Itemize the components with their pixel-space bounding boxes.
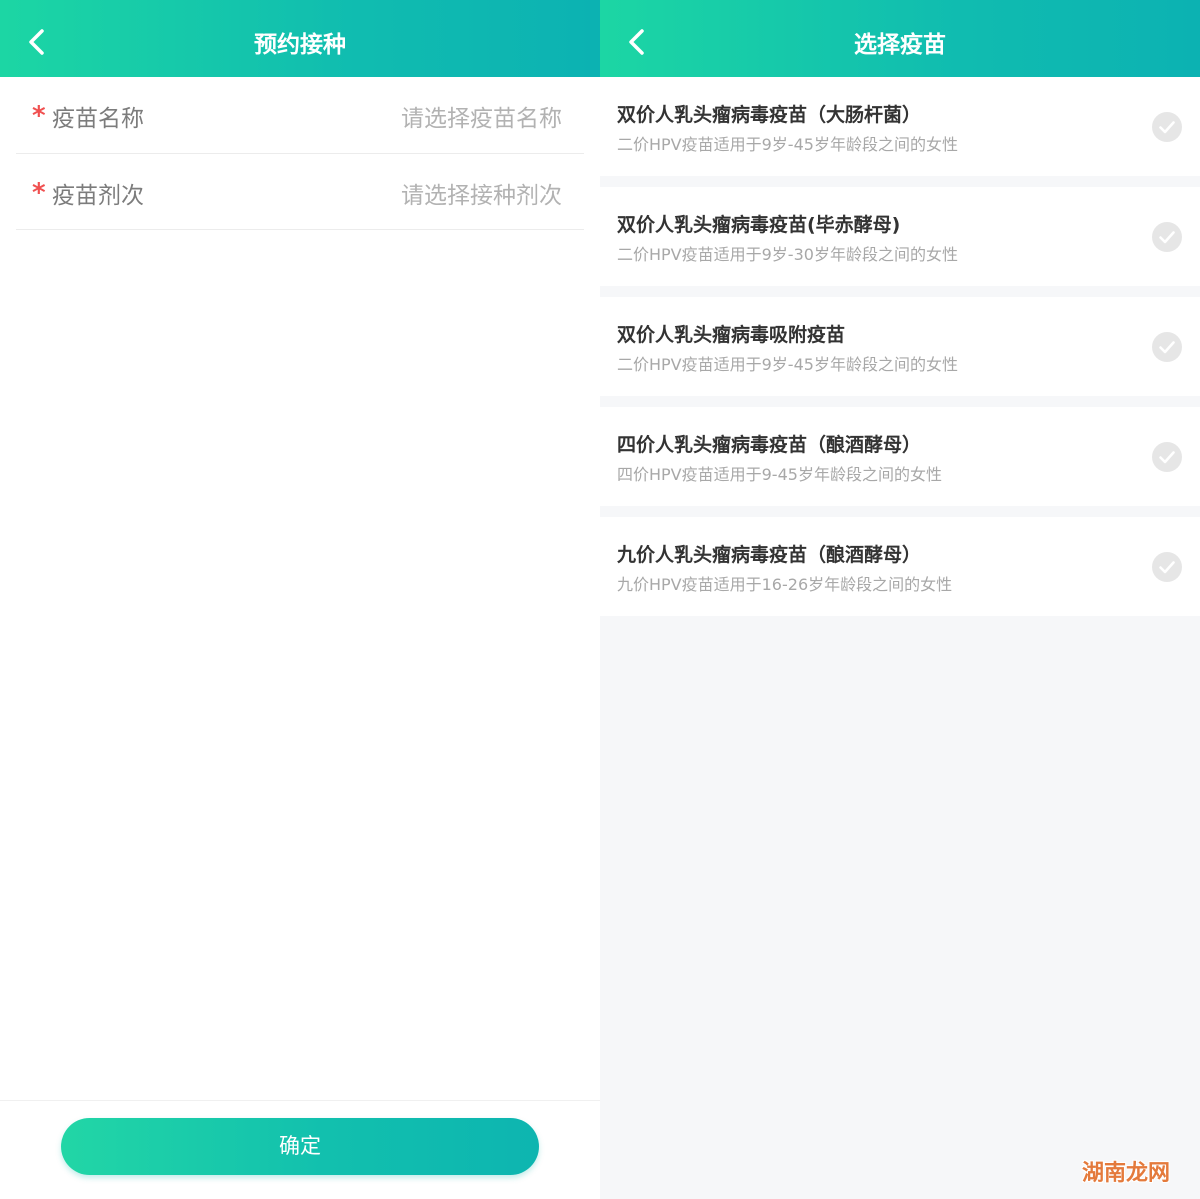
appointment-navbar: 预约接种 (0, 0, 600, 77)
check-circle-icon[interactable] (1152, 112, 1182, 142)
confirm-button[interactable]: 确定 (61, 1118, 539, 1175)
vaccine-name-placeholder[interactable]: 请选择疫苗名称 (401, 99, 562, 133)
vaccine-option-name: 双价人乳头瘤病毒疫苗(毕赤酵母) (617, 214, 901, 236)
vaccine-option[interactable]: 双价人乳头瘤病毒吸附疫苗 二价HPV疫苗适用于9岁-45岁年龄段之间的女性 (600, 297, 1200, 396)
back-button[interactable] (18, 22, 58, 62)
page-title: 选择疫苗 (854, 32, 946, 58)
vaccine-option[interactable]: 九价人乳头瘤病毒疫苗（酿酒酵母） 九价HPV疫苗适用于16-26岁年龄段之间的女… (600, 517, 1200, 616)
vaccine-option-name: 四价人乳头瘤病毒疫苗（酿酒酵母） (617, 434, 922, 456)
required-mark: * (32, 101, 46, 131)
vaccine-option[interactable]: 双价人乳头瘤病毒疫苗（大肠杆菌） 二价HPV疫苗适用于9岁-45岁年龄段之间的女… (600, 77, 1200, 176)
vaccine-option-desc: 二价HPV疫苗适用于9岁-30岁年龄段之间的女性 (617, 245, 958, 264)
vaccine-option-desc: 二价HPV疫苗适用于9岁-45岁年龄段之间的女性 (617, 135, 958, 154)
page-title: 预约接种 (254, 32, 346, 58)
vaccine-option-desc: 二价HPV疫苗适用于9岁-45岁年龄段之间的女性 (617, 355, 958, 374)
vaccine-dose-label: 疫苗剂次 (52, 182, 144, 209)
vaccine-option-name: 双价人乳头瘤病毒疫苗（大肠杆菌） (617, 104, 922, 126)
select-vaccine-navbar: 选择疫苗 (600, 0, 1200, 77)
vaccine-option-desc: 九价HPV疫苗适用于16-26岁年龄段之间的女性 (617, 575, 953, 594)
chevron-left-icon (18, 22, 58, 62)
vaccine-name-label: 疫苗名称 (52, 106, 144, 132)
vaccine-name-field[interactable]: * 疫苗名称 请选择疫苗名称 (16, 77, 584, 154)
vaccine-option-name: 双价人乳头瘤病毒吸附疫苗 (617, 324, 846, 346)
vaccine-list: 双价人乳头瘤病毒疫苗（大肠杆菌） 二价HPV疫苗适用于9岁-45岁年龄段之间的女… (600, 77, 1200, 627)
vaccine-option-desc: 四价HPV疫苗适用于9-45岁年龄段之间的女性 (617, 465, 942, 484)
vaccine-option-name: 九价人乳头瘤病毒疫苗（酿酒酵母） (617, 544, 922, 566)
check-circle-icon[interactable] (1152, 222, 1182, 252)
chevron-left-icon (618, 22, 658, 62)
check-circle-icon[interactable] (1152, 332, 1182, 362)
select-vaccine-screen: 选择疫苗 双价人乳头瘤病毒疫苗（大肠杆菌） 二价HPV疫苗适用于9岁-45岁年龄… (600, 0, 1200, 1199)
appointment-form: * 疫苗名称 请选择疫苗名称 * 疫苗剂次 请选择接种剂次 (16, 77, 584, 230)
vaccine-dose-field[interactable]: * 疫苗剂次 请选择接种剂次 (16, 154, 584, 230)
appointment-screen: 预约接种 * 疫苗名称 请选择疫苗名称 * 疫苗剂次 请选择接种剂次 确定 (0, 0, 600, 1199)
required-mark: * (32, 177, 46, 208)
vaccine-option[interactable]: 四价人乳头瘤病毒疫苗（酿酒酵母） 四价HPV疫苗适用于9-45岁年龄段之间的女性 (600, 407, 1200, 506)
back-button[interactable] (618, 22, 658, 62)
watermark: 湖南龙网 (1081, 1161, 1170, 1186)
vaccine-option[interactable]: 双价人乳头瘤病毒疫苗(毕赤酵母) 二价HPV疫苗适用于9岁-30岁年龄段之间的女… (600, 187, 1200, 286)
check-circle-icon[interactable] (1152, 552, 1182, 582)
vaccine-dose-placeholder[interactable]: 请选择接种剂次 (401, 176, 562, 210)
footer-divider (0, 1100, 600, 1101)
check-circle-icon[interactable] (1152, 442, 1182, 472)
